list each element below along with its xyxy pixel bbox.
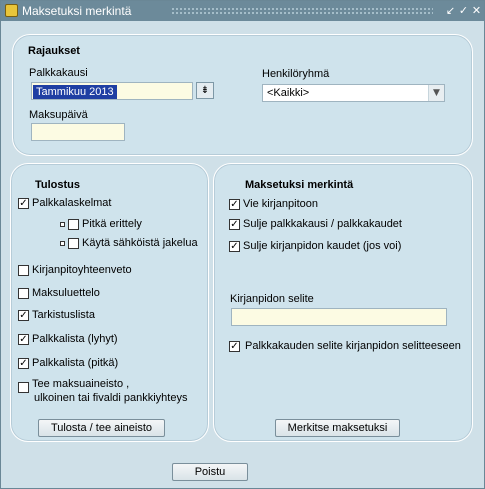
maksupaiva-label: Maksupäivä — [29, 109, 88, 121]
henkiloryhma-value: <Kaikki> — [267, 87, 310, 99]
maximize-icon[interactable]: ✓ — [457, 4, 470, 17]
palkkalaskelmat-label: Palkkalaskelmat — [32, 197, 112, 209]
pitka-erittely-label: Pitkä erittely — [82, 218, 142, 230]
tulostus-panel: Tulostus ✓ Palkkalaskelmat Pitkä erittel… — [10, 163, 209, 442]
rajaukset-panel: Rajaukset Palkkakausi Tammikuu 2013 ⇟ He… — [12, 34, 473, 156]
kirjanpitoyhteenveto-label: Kirjanpitoyhteenveto — [32, 264, 132, 276]
chevron-down-icon[interactable]: ▼ — [428, 85, 444, 101]
tulosta-button[interactable]: Tulosta / tee aineisto — [38, 419, 165, 437]
maksuaineisto-label: Tee maksuaineisto , — [32, 378, 130, 390]
kirjanpidon-selite-label: Kirjanpidon selite — [230, 293, 314, 305]
checkbox-kirjanpitoyhteenveto[interactable] — [18, 265, 29, 276]
palkkakausi-label: Palkkakausi — [29, 67, 88, 79]
palkkalista-lyhyt-label: Palkkalista (lyhyt) — [32, 333, 118, 345]
close-icon[interactable]: ✕ — [470, 4, 483, 17]
checkbox-pitka-erittely[interactable] — [68, 219, 79, 230]
window-app-icon — [5, 4, 18, 17]
sulje-palkkakausi-label: Sulje palkkakausi / palkkakaudet — [243, 218, 402, 230]
checkbox-maksuaineisto[interactable] — [18, 382, 29, 393]
kirjanpidon-selite-field[interactable] — [231, 308, 447, 326]
checkbox-sulje-palkkakausi[interactable]: ✓ — [229, 219, 240, 230]
palkkalista-pitka-label: Palkkalista (pitkä) — [32, 357, 119, 369]
minimize-icon[interactable]: ↙ — [444, 4, 457, 17]
tree-node-icon — [60, 222, 65, 227]
tree-node-icon — [60, 241, 65, 246]
merkinta-heading: Maksetuksi merkintä — [245, 179, 354, 191]
henkiloryhma-select[interactable]: <Kaikki> ▼ — [262, 84, 445, 102]
rajaukset-heading: Rajaukset — [28, 45, 80, 57]
maksupaiva-field[interactable] — [31, 123, 125, 141]
checkbox-palkkakauden-selite[interactable]: ✓ — [229, 341, 240, 352]
sulje-kirjanpidon-kaudet-label: Sulje kirjanpidon kaudet (jos voi) — [243, 240, 402, 252]
checkbox-sahkoinen-jakelu[interactable] — [68, 238, 79, 249]
sahkoinen-jakelu-label: Käytä sähköistä jakelua — [82, 237, 198, 249]
checkbox-maksuluettelo[interactable] — [18, 288, 29, 299]
palkkakausi-value: Tammikuu 2013 — [33, 85, 117, 99]
checkbox-tarkistuslista[interactable]: ✓ — [18, 310, 29, 321]
tarkistuslista-label: Tarkistuslista — [32, 309, 95, 321]
merkitse-maksetuksi-button[interactable]: Merkitse maksetuksi — [275, 419, 400, 437]
henkiloryhma-label: Henkilöryhmä — [262, 68, 330, 80]
checkbox-palkkalaskelmat[interactable]: ✓ — [18, 198, 29, 209]
poistu-button[interactable]: Poistu — [172, 463, 248, 481]
checkbox-vie-kirjanpitoon[interactable]: ✓ — [229, 199, 240, 210]
vie-kirjanpitoon-label: Vie kirjanpitoon — [243, 198, 319, 210]
palkkakausi-field[interactable]: Tammikuu 2013 — [31, 82, 193, 100]
palkkakauden-selite-label: Palkkakauden selite kirjanpidon selittee… — [245, 340, 461, 352]
window-title: Maksetuksi merkintä — [22, 4, 132, 18]
title-bar-grip — [171, 7, 433, 15]
maksuaineisto-label-line2: ulkoinen tai fivaldi pankkiyhteys — [34, 392, 188, 404]
maksuluettelo-label: Maksuluettelo — [32, 287, 100, 299]
palkkakausi-lookup-icon[interactable]: ⇟ — [196, 82, 214, 99]
checkbox-palkkalista-pitka[interactable]: ✓ — [18, 358, 29, 369]
checkbox-sulje-kirjanpidon-kaudet[interactable]: ✓ — [229, 241, 240, 252]
maksetuksi-merkinta-window: Maksetuksi merkintä ↙ ✓ ✕ Rajaukset Palk… — [0, 0, 485, 489]
title-bar[interactable]: Maksetuksi merkintä ↙ ✓ ✕ — [1, 1, 484, 21]
tulostus-heading: Tulostus — [35, 179, 81, 191]
merkinta-panel: Maksetuksi merkintä ✓ Vie kirjanpitoon ✓… — [213, 163, 473, 442]
checkbox-palkkalista-lyhyt[interactable]: ✓ — [18, 334, 29, 345]
